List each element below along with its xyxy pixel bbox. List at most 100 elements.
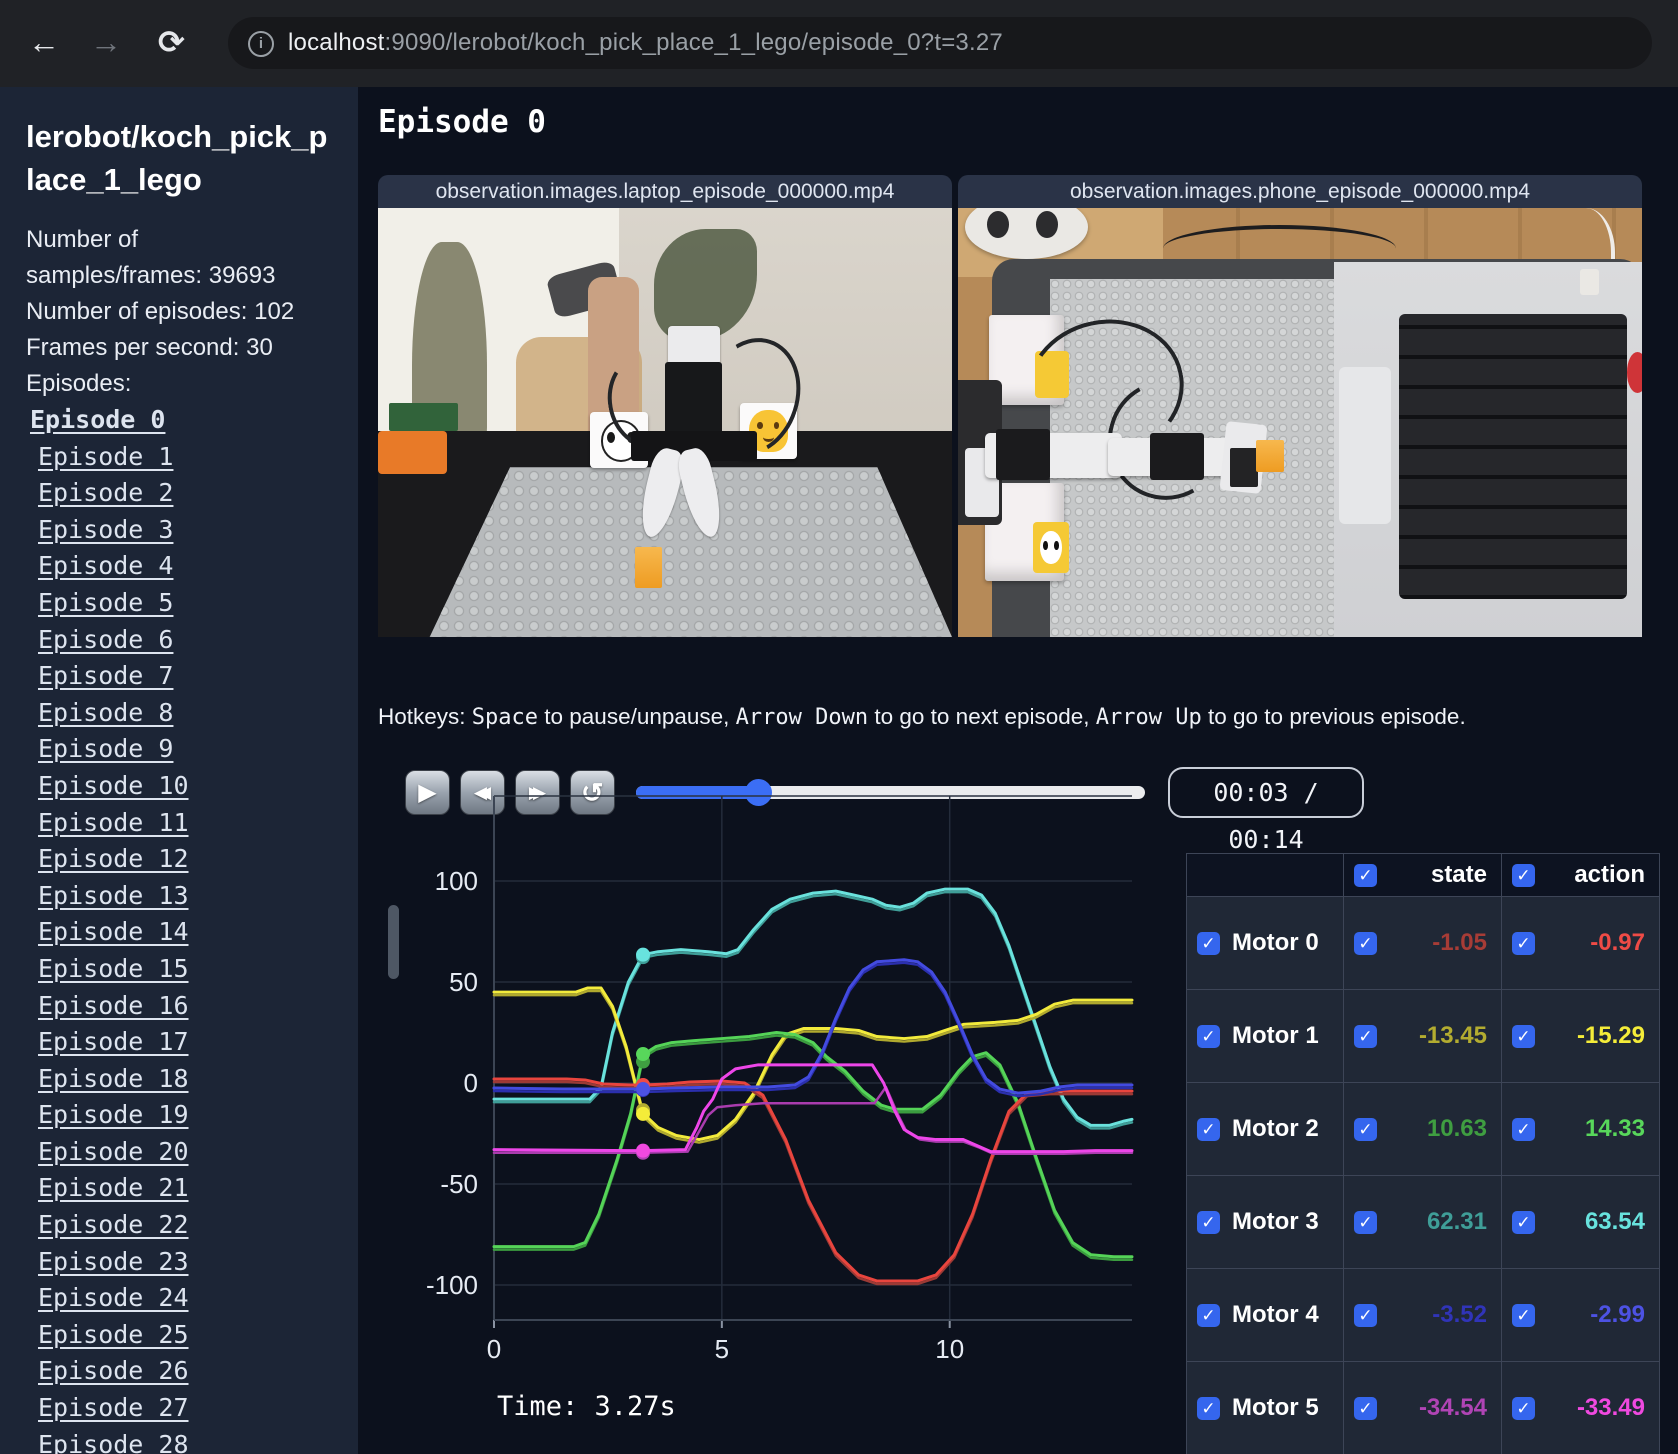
state-checkbox[interactable]: [1354, 1024, 1377, 1048]
robot-servo: [995, 428, 1051, 481]
action-column-header: action: [1574, 861, 1645, 888]
sidebar-episode-link[interactable]: Episode 1: [30, 439, 330, 476]
chart-tick-label: 5: [715, 1334, 729, 1364]
orange-lego-brick: [635, 546, 662, 588]
motor-label: Motor 4: [1232, 1301, 1319, 1328]
sidebar-episode-link[interactable]: Episode 15: [30, 951, 330, 988]
motor-checkbox[interactable]: [1197, 1117, 1220, 1141]
sidebar-episode-link[interactable]: Episode 12: [30, 841, 330, 878]
sidebar-episode-link[interactable]: Episode 25: [30, 1317, 330, 1354]
sidebar-episode-link[interactable]: Episode 16: [30, 988, 330, 1025]
state-checkbox[interactable]: [1354, 1117, 1377, 1141]
chart-tick-label: -50: [440, 1169, 478, 1199]
sidebar-episode-link[interactable]: Episode 5: [30, 585, 330, 622]
action-checkbox[interactable]: [1512, 1303, 1535, 1327]
motor-table: state action Motor 0 -1.05 -0.97 Motor 1 -13…: [1186, 853, 1660, 1454]
hotkey-space: Space: [471, 705, 539, 730]
action-checkbox[interactable]: [1512, 1210, 1535, 1234]
url-text[interactable]: localhost:9090/lerobot/koch_pick_place_1…: [288, 29, 1003, 57]
sidebar-episode-link[interactable]: Episode 4: [30, 548, 330, 585]
motor-checkbox[interactable]: [1197, 1303, 1220, 1327]
action-checkbox[interactable]: [1512, 931, 1535, 955]
url-host: localhost: [288, 29, 385, 56]
dataset-title: lerobot/koch_pick_place_1_lego: [26, 119, 328, 197]
sidebar-episode-link[interactable]: Episode 7: [30, 658, 330, 695]
state-checkbox[interactable]: [1354, 1396, 1377, 1420]
video-laptop[interactable]: [378, 208, 952, 637]
motor-checkbox[interactable]: [1197, 1210, 1220, 1234]
motor-table-header: state action: [1187, 854, 1659, 897]
sidebar-episode-link[interactable]: Episode 6: [30, 622, 330, 659]
site-info-icon[interactable]: i: [248, 31, 274, 57]
sidebar-episode-link[interactable]: Episode 19: [30, 1097, 330, 1134]
sidebar-episode-link[interactable]: Episode 18: [30, 1061, 330, 1098]
sidebar-episode-link[interactable]: Episode 24: [30, 1280, 330, 1317]
chart-shape: [492, 1080, 1134, 1286]
address-bar[interactable]: i localhost:9090/lerobot/koch_pick_place…: [228, 17, 1652, 69]
table-row: Motor 0 -1.05 -0.97: [1187, 897, 1659, 990]
sidebar-episode-link[interactable]: Episode 9: [30, 731, 330, 768]
forward-icon[interactable]: →: [90, 22, 122, 62]
video-panel-phone: observation.images.phone_episode_000000.…: [958, 175, 1642, 637]
action-checkbox[interactable]: [1512, 1117, 1535, 1141]
robot-head: [667, 325, 720, 365]
table-row: Motor 2 10.63 14.33: [1187, 1083, 1659, 1176]
video-caption: observation.images.phone_episode_000000.…: [958, 175, 1642, 208]
video-phone[interactable]: [958, 208, 1642, 637]
reload-icon[interactable]: ⟳: [158, 22, 185, 62]
sidebar-episode-link[interactable]: Episode 21: [30, 1170, 330, 1207]
orange-lego-brick: [1256, 439, 1284, 472]
motor-checkbox[interactable]: [1197, 1396, 1220, 1420]
motor-label: Motor 0: [1232, 929, 1319, 956]
back-icon[interactable]: ←: [28, 22, 60, 62]
action-checkbox[interactable]: [1512, 1396, 1535, 1420]
sidebar-episode-link[interactable]: Episode 28: [30, 1427, 330, 1454]
state-value: 62.31: [1426, 1208, 1487, 1235]
state-checkbox[interactable]: [1354, 931, 1377, 955]
state-checkbox[interactable]: [1354, 1303, 1377, 1327]
stat-samples: Number of samples/frames: 39693: [26, 226, 276, 289]
action-value: 63.54: [1584, 1208, 1645, 1235]
sidebar-episode-link[interactable]: Episode 27: [30, 1390, 330, 1427]
hotkey-arrow-down: Arrow Down: [735, 705, 869, 730]
motor-label: Motor 2: [1232, 1115, 1319, 1142]
sidebar-episode-link[interactable]: Episode 3: [30, 512, 330, 549]
episode-list: Episode 0 Episode 1 Episode 2 Episode 3 Epis…: [30, 402, 330, 1454]
sidebar-episode-link[interactable]: Episode 17: [30, 1024, 330, 1061]
hotkeys-text: Hotkeys: Space to pause/unpause, Arrow D…: [378, 704, 1466, 730]
state-checkbox[interactable]: [1354, 1210, 1377, 1234]
sidebar-episode-link[interactable]: Episode 10: [30, 768, 330, 805]
dataset-stats: Number of samples/frames: 39693 Number o…: [26, 222, 318, 402]
keyboard: [1398, 314, 1627, 600]
sidebar-episode-link[interactable]: Episode 26: [30, 1353, 330, 1390]
sidebar-episode-link[interactable]: Episode 20: [30, 1134, 330, 1171]
action-column-checkbox[interactable]: [1512, 863, 1535, 887]
motor-label: Motor 3: [1232, 1208, 1319, 1235]
sidebar-episode-link[interactable]: Episode 22: [30, 1207, 330, 1244]
time-display: 00:03 / 00:14: [1168, 767, 1364, 854]
sidebar-episode-link[interactable]: Episode 8: [30, 695, 330, 732]
chart-shape: [636, 1047, 651, 1062]
chart-tick-label: 100: [435, 866, 478, 896]
sidebar-episode-link[interactable]: Episode 0: [30, 402, 330, 439]
sidebar-episode-link[interactable]: Episode 23: [30, 1244, 330, 1281]
sidebar-episode-link[interactable]: Episode 2: [30, 475, 330, 512]
stat-episodes: Number of episodes: 102: [26, 298, 295, 325]
action-checkbox[interactable]: [1512, 1024, 1535, 1048]
robot-servo: [1149, 433, 1205, 481]
action-value: -15.29: [1576, 1022, 1645, 1049]
table-row: Motor 5 -34.54 -33.49: [1187, 1362, 1659, 1454]
action-value: 14.33: [1584, 1115, 1645, 1142]
sidebar-episode-link[interactable]: Episode 11: [30, 805, 330, 842]
motor-checkbox[interactable]: [1197, 1024, 1220, 1048]
chart-shape: [492, 1063, 1134, 1154]
sidebar-episode-link[interactable]: Episode 13: [30, 878, 330, 915]
chart-tick-label: 10: [935, 1334, 964, 1364]
sidebar-episode-link[interactable]: Episode 14: [30, 914, 330, 951]
chart-time-label: Time: 3.27s: [497, 1391, 676, 1422]
circuit-board: [389, 403, 459, 432]
state-column-checkbox[interactable]: [1354, 863, 1377, 887]
action-value: -0.97: [1590, 929, 1645, 956]
motor-checkbox[interactable]: [1197, 931, 1220, 955]
chart-tick-label: 50: [449, 967, 478, 997]
